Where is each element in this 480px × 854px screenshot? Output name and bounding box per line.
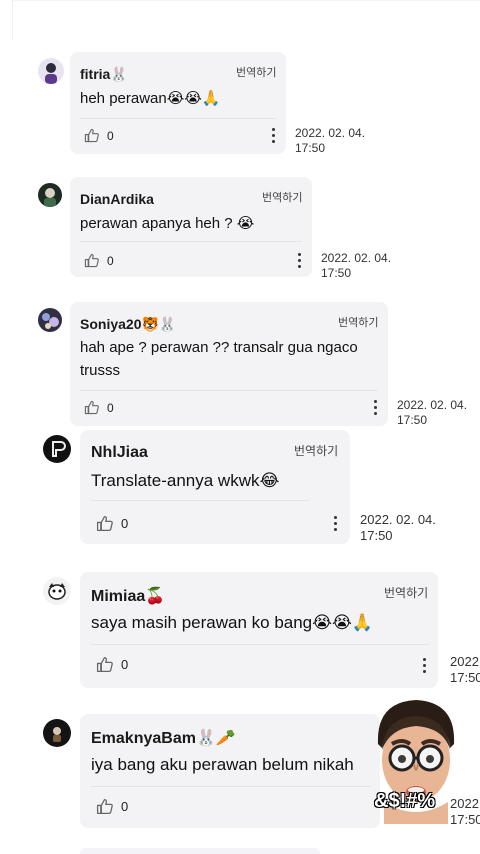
comment-timestamp: 2022. 02. 04. 17:50 xyxy=(360,512,436,544)
comment-timestamp: 2022. 02. 04. 17:50 xyxy=(295,126,366,155)
comment-text: heh perawan😭😭🙏 xyxy=(80,90,221,107)
next-comment-edge xyxy=(80,848,320,854)
thumbs-up-icon xyxy=(96,798,113,815)
like-count: 0 xyxy=(121,657,129,672)
avatar[interactable] xyxy=(43,719,71,747)
thumbs-up-icon xyxy=(84,400,99,415)
comment-bubble: fitria🐰 번역하기 heh perawan😭😭🙏 0 xyxy=(70,52,286,154)
more-options-icon[interactable] xyxy=(423,658,427,673)
like-button[interactable]: 0 xyxy=(96,798,128,815)
like-button[interactable]: 0 xyxy=(96,656,128,673)
translate-button[interactable]: 번역하기 xyxy=(294,442,338,459)
translate-button[interactable]: 번역하기 xyxy=(236,64,276,80)
more-options-icon[interactable] xyxy=(334,516,338,531)
comment-timestamp: 2022 17:50 xyxy=(450,654,480,686)
comment-author[interactable]: Soniya20🐯🐰 xyxy=(80,316,176,333)
comment-bubble: EmaknyaBam🐰🥕 iya bang aku perawan belum … xyxy=(80,714,380,828)
divider xyxy=(80,241,302,242)
comment-text: saya masih perawan ko bang😭😭🙏 xyxy=(91,613,374,632)
comment-bubble: Soniya20🐯🐰 번역하기 hah ape ? perawan ?? tra… xyxy=(70,302,388,426)
thumbs-up-icon xyxy=(84,253,99,268)
more-options-icon[interactable] xyxy=(374,400,378,415)
more-options-icon[interactable] xyxy=(272,128,276,143)
like-button[interactable]: 0 xyxy=(84,128,114,143)
translate-button[interactable]: 번역하기 xyxy=(262,189,302,205)
sticker-censored-text: &$!#% xyxy=(374,790,436,812)
avatar[interactable] xyxy=(38,58,64,84)
avatar[interactable] xyxy=(38,308,62,332)
like-count: 0 xyxy=(107,128,114,143)
comment-bubble: Mimiaa🍒 번역하기 saya masih perawan ko bang😭… xyxy=(80,572,438,688)
comment-author[interactable]: EmaknyaBam🐰🥕 xyxy=(91,728,236,748)
comment-author[interactable]: Mimiaa🍒 xyxy=(91,586,165,606)
thumbs-up-icon xyxy=(84,128,99,143)
divider xyxy=(80,390,378,391)
avatar[interactable] xyxy=(43,577,71,605)
translate-button[interactable]: 번역하기 xyxy=(338,314,378,330)
like-button[interactable]: 0 xyxy=(84,253,114,268)
like-count: 0 xyxy=(107,253,114,268)
like-button[interactable]: 0 xyxy=(84,400,114,415)
thumbs-up-icon xyxy=(96,656,113,673)
like-count: 0 xyxy=(107,400,114,415)
comment-text: Translate-annya wkwk😂 xyxy=(91,471,280,490)
comment-author[interactable]: fitria🐰 xyxy=(80,66,128,83)
divider xyxy=(91,500,309,501)
comment-author[interactable]: DianArdika xyxy=(80,191,154,207)
more-options-icon[interactable] xyxy=(298,253,302,268)
comment-text: perawan apanya heh ? 😭 xyxy=(80,215,255,232)
comment-text: hah ape ? perawan ?? transalr gua ngaco … xyxy=(80,339,358,379)
translate-button[interactable]: 번역하기 xyxy=(384,584,428,601)
thumbs-up-icon xyxy=(96,515,113,532)
comment-timestamp: 2022. 02. 04. 17:50 xyxy=(321,251,392,280)
divider xyxy=(80,118,276,119)
like-count: 0 xyxy=(121,799,129,814)
comment-bubble: NhlJiaa 번역하기 Translate-annya wkwk😂 0 xyxy=(80,430,350,544)
comment-text: iya bang aku perawan belum nikah xyxy=(91,755,354,774)
divider xyxy=(91,786,371,787)
like-button[interactable]: 0 xyxy=(96,515,128,532)
comment-author[interactable]: NhlJiaa xyxy=(91,444,148,462)
divider xyxy=(91,644,429,645)
avatar[interactable] xyxy=(38,183,62,207)
page-frame-edge xyxy=(12,0,480,40)
comment-bubble: DianArdika 번역하기 perawan apanya heh ? 😭 0 xyxy=(70,177,312,277)
like-count: 0 xyxy=(121,516,129,531)
avatar[interactable] xyxy=(43,435,71,463)
comment-timestamp: 2022. 02. 04. 17:50 xyxy=(397,398,468,427)
